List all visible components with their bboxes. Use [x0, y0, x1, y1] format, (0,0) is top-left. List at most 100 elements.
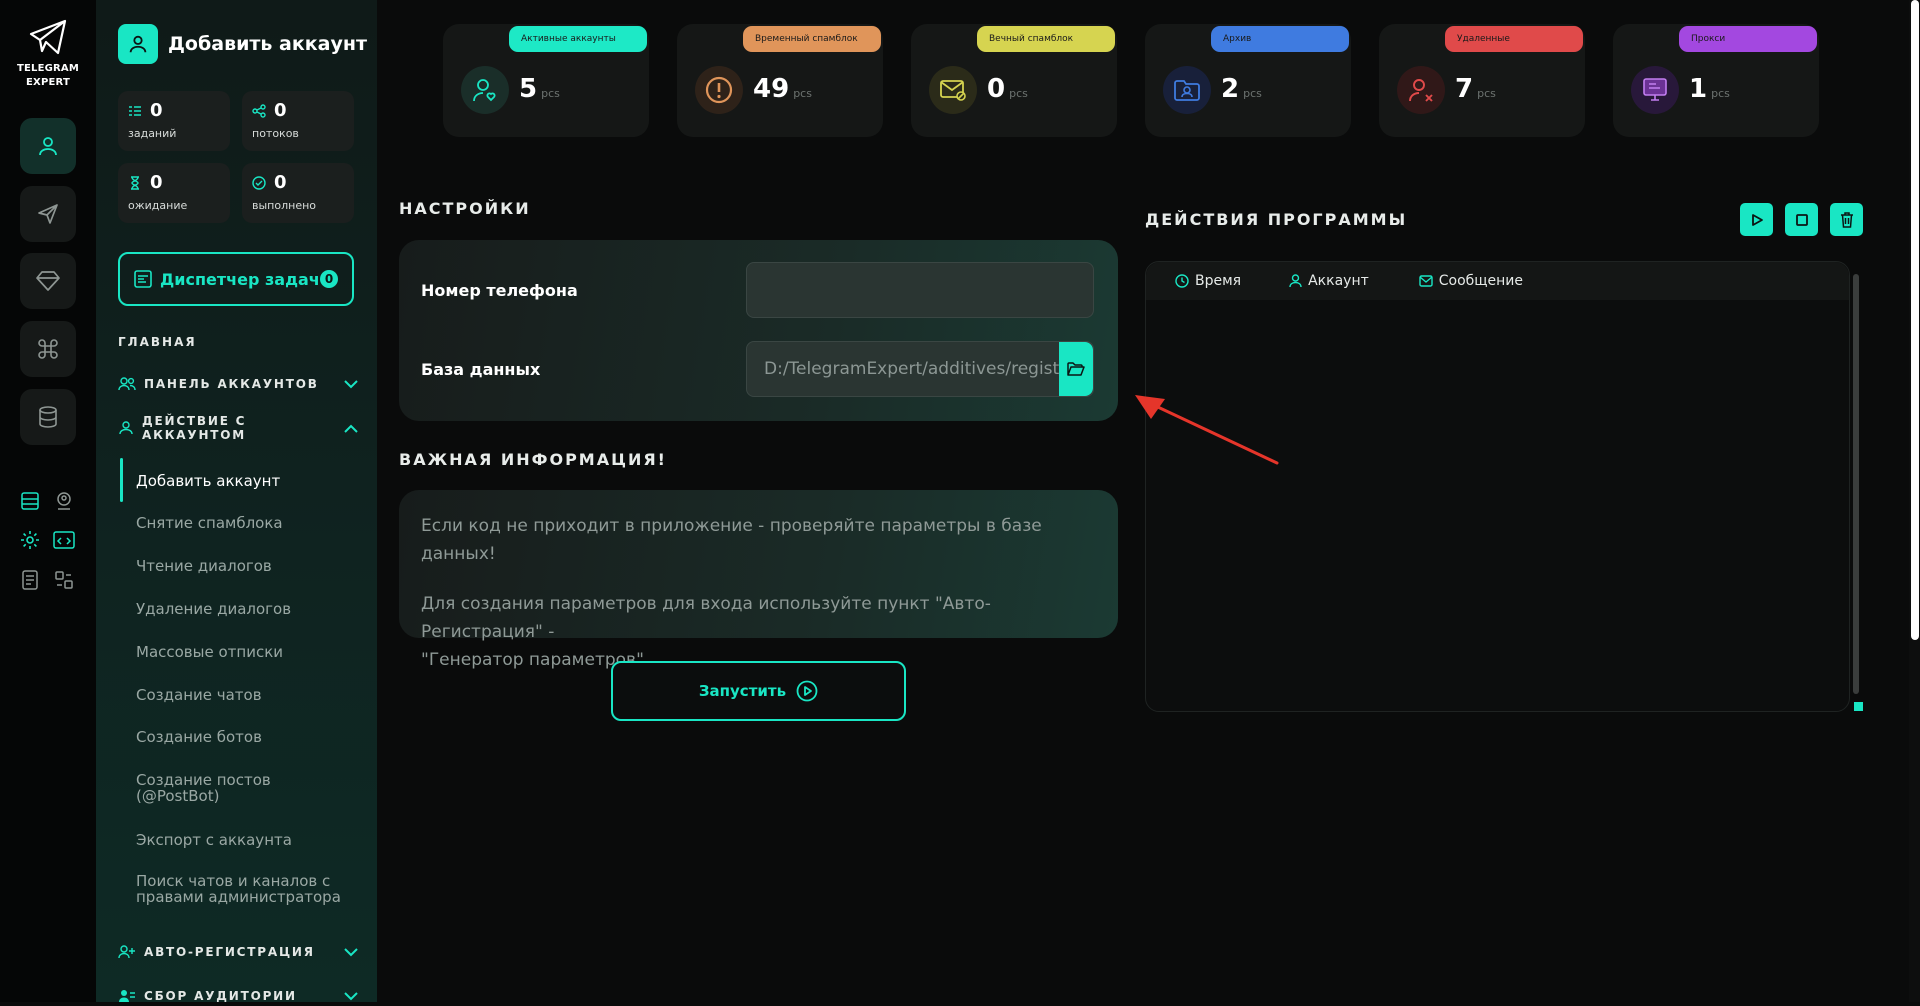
database-icon — [39, 406, 57, 428]
menu-item-create-bots[interactable]: Создание ботов — [136, 729, 366, 745]
log-col-message-label: Сообщение — [1438, 273, 1523, 289]
stat-tasks-value: 0 — [150, 100, 163, 121]
stat-waiting-label: ожидание — [128, 199, 188, 212]
add-account-icon — [118, 24, 158, 64]
window-scrollbar-track[interactable] — [1909, 0, 1920, 1002]
rail-command-button[interactable] — [20, 321, 76, 377]
card-active-accounts-value: 5 — [519, 74, 538, 104]
stat-waiting: 0 ожидание — [118, 163, 230, 223]
menu-item-mass-unsubscribe[interactable]: Массовые отписки — [136, 644, 366, 660]
launch-button[interactable]: Запустить — [611, 661, 906, 721]
document-icon[interactable] — [18, 568, 42, 592]
menu-item-spamblock-removal[interactable]: Снятие спамблока — [136, 515, 366, 531]
log-scrollbar[interactable] — [1853, 274, 1859, 694]
menu-item-export-account[interactable]: Экспорт с аккаунта — [136, 832, 366, 848]
card-proxy-label: Прокси — [1679, 26, 1817, 52]
user-pin-icon[interactable] — [52, 489, 76, 513]
card-archive[interactable]: Архив 2 pcs — [1145, 24, 1351, 137]
log-stop-button[interactable] — [1785, 203, 1818, 236]
transfer-icon[interactable] — [52, 568, 76, 592]
browse-folder-button[interactable] — [1059, 342, 1093, 396]
window-scrollbar-thumb[interactable] — [1910, 0, 1919, 640]
menu-item-delete-dialogs[interactable]: Удаление диалогов — [136, 601, 366, 617]
command-icon — [38, 339, 58, 359]
threads-icon — [252, 103, 266, 118]
log-col-account[interactable]: Аккаунт — [1289, 273, 1369, 289]
database-field[interactable]: D:/TelegramExpert/additives/registrat — [746, 341, 1094, 397]
rail-accounts-button[interactable] — [20, 118, 76, 174]
info-line-1: Если код не приходит в приложение - пров… — [421, 516, 1042, 564]
phone-input[interactable] — [746, 262, 1094, 318]
server-list-icon[interactable] — [18, 489, 42, 513]
folder-open-icon — [1067, 362, 1085, 376]
sidebar-header: Добавить аккаунт — [118, 24, 367, 64]
card-perm-spamblock-value: 0 — [987, 74, 1006, 104]
card-deleted-label: Удаленные — [1445, 26, 1583, 52]
group-audience-collection-label: СБОР АУДИТОРИИ — [144, 989, 297, 1003]
log-col-time-label: Время — [1195, 273, 1242, 289]
settings-gear-icon[interactable] — [18, 528, 42, 552]
group-account-actions[interactable]: ДЕЙСТВИЕ С АККАУНТОМ — [118, 414, 358, 442]
settings-panel: Номер телефона База данных D:/TelegramEx… — [399, 240, 1118, 421]
log-clear-button[interactable] — [1830, 203, 1863, 236]
menu-item-read-dialogs[interactable]: Чтение диалогов — [136, 558, 366, 574]
menu-item-create-chats[interactable]: Создание чатов — [136, 687, 366, 703]
card-active-accounts[interactable]: Активные аккаунты 5 pcs — [443, 24, 649, 137]
audience-icon — [119, 990, 135, 1002]
group-audience-collection[interactable]: СБОР АУДИТОРИИ — [118, 986, 358, 1006]
stat-waiting-value: 0 — [150, 172, 163, 193]
task-dispatcher-label: Диспетчер задач — [160, 269, 320, 289]
card-proxy-value: 1 — [1689, 74, 1708, 104]
resize-grip-icon[interactable] — [1854, 702, 1863, 711]
clock-icon — [1175, 274, 1189, 288]
card-archive-unit: pcs — [1243, 87, 1262, 100]
app-logo: TELEGRAM EXPERT — [14, 18, 82, 90]
icon-rail: TELEGRAM EXPERT — [0, 0, 96, 1002]
account-icon — [1289, 274, 1302, 288]
card-temp-spamblock[interactable]: Временный спамблок 49 pcs — [677, 24, 883, 137]
card-perm-spamblock[interactable]: Вечный спамблок 0 pcs — [911, 24, 1117, 137]
info-line-2: Для создания параметров для входа исполь… — [421, 594, 991, 642]
stat-tasks-label: заданий — [128, 127, 177, 140]
card-archive-label: Архив — [1211, 26, 1349, 52]
user-plus-icon — [118, 945, 135, 959]
info-panel: Если код не приходит в приложение - пров… — [399, 490, 1118, 670]
chevron-up-icon — [344, 424, 358, 433]
rail-premium-button[interactable] — [20, 253, 76, 309]
stat-done: 0 выполнено — [242, 163, 354, 223]
trash-icon — [1840, 211, 1853, 228]
warning-circle-icon — [695, 66, 743, 114]
group-auto-registration[interactable]: АВТО-РЕГИСТРАЦИЯ — [118, 942, 358, 962]
sidebar: Добавить аккаунт 0 заданий 0 потоков 0 о… — [96, 0, 377, 1003]
rail-send-button[interactable] — [20, 186, 76, 242]
menu-item-create-posts[interactable]: Создание постов (@PostBot) — [136, 772, 296, 804]
section-main: ГЛАВНАЯ — [118, 335, 197, 349]
hourglass-icon — [131, 175, 139, 190]
info-title: ВАЖНАЯ ИНФОРМАЦИЯ! — [399, 450, 667, 469]
message-icon — [1419, 275, 1433, 287]
task-dispatcher-button[interactable]: Диспетчер задач 0 — [118, 252, 354, 306]
log-col-message[interactable]: Сообщение — [1419, 273, 1523, 289]
chevron-down-icon — [344, 991, 358, 1000]
log-play-button[interactable] — [1740, 203, 1773, 236]
launch-label: Запустить — [698, 682, 787, 700]
users-icon — [118, 377, 136, 391]
group-account-actions-label: ДЕЙСТВИЕ С АККАУНТОМ — [142, 414, 247, 442]
menu-item-search-admin-chats[interactable]: Поиск чатов и каналов с правами админист… — [136, 873, 351, 905]
database-path: D:/TelegramExpert/additives/registrat — [764, 359, 1059, 379]
card-temp-spamblock-unit: pcs — [793, 87, 812, 100]
mail-blocked-icon — [929, 66, 977, 114]
stat-done-label: выполнено — [252, 199, 317, 212]
folder-user-icon — [1163, 66, 1211, 114]
rail-database-button[interactable] — [20, 389, 76, 445]
card-perm-spamblock-label: Вечный спамблок — [977, 26, 1115, 52]
card-proxy[interactable]: Прокси 1 pcs — [1613, 24, 1819, 137]
group-accounts-panel[interactable]: ПАНЕЛЬ АККАУНТОВ — [118, 374, 358, 394]
user-heart-icon — [461, 66, 509, 114]
code-window-icon[interactable] — [52, 528, 76, 552]
logo-line-1: TELEGRAM — [16, 63, 80, 74]
menu-item-add-account[interactable]: Добавить аккаунт — [136, 473, 366, 489]
stat-threads-label: потоков — [252, 127, 299, 140]
log-col-time[interactable]: Время — [1175, 273, 1241, 289]
card-deleted[interactable]: Удаленные 7 pcs — [1379, 24, 1585, 137]
